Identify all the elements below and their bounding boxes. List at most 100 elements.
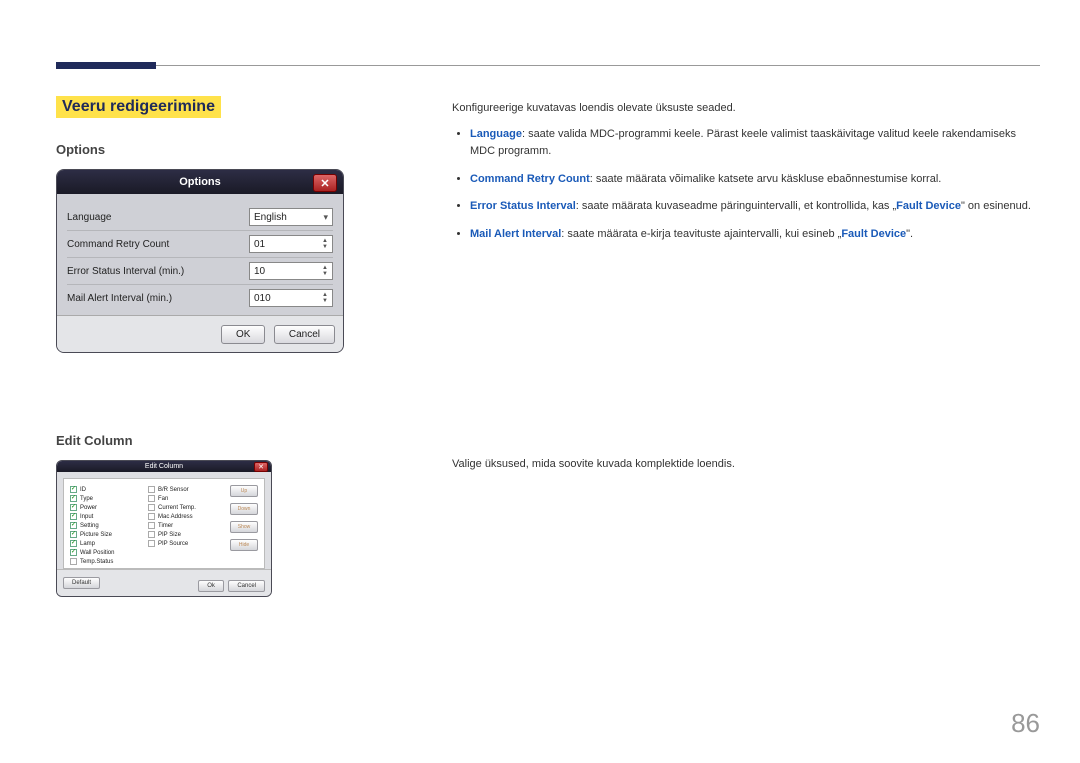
checkbox-row[interactable]: ✓Type	[70, 494, 148, 503]
option-value: 01	[254, 239, 265, 250]
checkbox-row[interactable]: Temp.Status	[70, 557, 148, 566]
right-column: Konfigureerige kuvatavas loendis olevate…	[452, 100, 1040, 254]
checkbox-label: Picture Size	[80, 532, 112, 538]
option-spinner[interactable]: 01 ▲▼	[249, 235, 333, 253]
checkbox-row[interactable]: PIP Source	[148, 539, 226, 548]
edit-column-title: Edit Column ✕	[57, 461, 271, 472]
edit-right-list: B/R SensorFan Current Temp. Mac Address Tim…	[148, 485, 226, 566]
checkbox-row[interactable]: ✓Power	[70, 503, 148, 512]
edit-column-heading: Edit Column	[56, 433, 396, 448]
edit-close-button[interactable]: ✕	[254, 462, 268, 472]
options-heading: Options	[56, 142, 396, 157]
option-value: English	[254, 212, 287, 223]
edit-cancel-button[interactable]: Cancel	[228, 580, 265, 592]
edit-column-intro: Valige üksused, mida soovite kuvada komp…	[452, 456, 735, 474]
checkbox-row[interactable]: ✓Input	[70, 512, 148, 521]
option-value: 010	[254, 293, 271, 304]
checkbox-icon	[70, 558, 77, 565]
checkbox-icon	[148, 504, 155, 511]
checkbox-row[interactable]: Current Temp.	[148, 503, 226, 512]
edit-left-list: ✓ID✓Type✓Power✓Input✓Setting✓Picture Siz…	[70, 485, 148, 566]
checkbox-icon	[148, 531, 155, 538]
checkbox-row[interactable]: ✓Lamp	[70, 539, 148, 548]
term-bold: Mail Alert Interval	[470, 228, 561, 240]
spinner-arrows-icon: ▲▼	[322, 292, 328, 304]
option-label: Error Status Interval (min.)	[67, 266, 249, 277]
show-button[interactable]: Show	[230, 521, 258, 533]
checkbox-icon: ✓	[70, 549, 77, 556]
option-row: Mail Alert Interval (min.)010▲▼	[67, 285, 333, 311]
checkbox-row[interactable]: PIP Size	[148, 530, 226, 539]
bullet-item: Mail Alert Interval: saate määrata e-kir…	[470, 226, 1040, 244]
header-accent-bar	[56, 62, 156, 69]
down-button[interactable]: Down	[230, 503, 258, 515]
page-number: 86	[1011, 708, 1040, 739]
fault-device-term: Fault Device	[841, 228, 906, 240]
checkbox-icon: ✓	[70, 504, 77, 511]
checkbox-label: Setting	[80, 523, 99, 529]
option-dropdown[interactable]: English ▾	[249, 208, 333, 226]
checkbox-icon	[148, 513, 155, 520]
cancel-button[interactable]: Cancel	[274, 325, 335, 344]
option-label: Command Retry Count	[67, 239, 249, 250]
checkbox-row[interactable]: ✓Wall Position	[70, 548, 148, 557]
checkbox-row[interactable]: Timer	[148, 521, 226, 530]
default-button[interactable]: Default	[63, 577, 100, 589]
edit-ok-button[interactable]: Ok	[198, 580, 224, 592]
option-row: Command Retry Count 01 ▲▼	[67, 231, 333, 258]
spinner-arrows-icon: ▲▼	[322, 238, 328, 250]
intro-text: Konfigureerige kuvatavas loendis olevate…	[452, 100, 1040, 118]
up-button[interactable]: Up	[230, 485, 258, 497]
checkbox-label: Lamp	[80, 541, 95, 547]
chevron-down-icon: ▾	[323, 212, 328, 223]
option-row: Error Status Interval (min.)10▲▼	[67, 258, 333, 285]
options-dialog-title-text: Options	[179, 176, 221, 188]
checkbox-label: Mac Address	[158, 514, 193, 520]
checkbox-icon	[148, 486, 155, 493]
checkbox-icon: ✓	[70, 486, 77, 493]
option-row: LanguageEnglish▾	[67, 204, 333, 231]
checkbox-row[interactable]: Fan	[148, 494, 226, 503]
bullet-item: Error Status Interval: saate määrata kuv…	[470, 198, 1040, 216]
checkbox-icon: ✓	[70, 531, 77, 538]
options-close-button[interactable]: ✕	[313, 174, 337, 192]
option-spinner[interactable]: 10▲▼	[249, 262, 333, 280]
option-spinner[interactable]: 010 ▲▼	[249, 289, 333, 307]
checkbox-label: Wall Position	[80, 550, 114, 556]
checkbox-label: PIP Size	[158, 532, 181, 538]
checkbox-icon: ✓	[70, 495, 77, 502]
options-dialog-title: Options ✕	[57, 170, 343, 194]
edit-footer-right: Ok Cancel	[198, 574, 265, 592]
checkbox-icon: ✓	[70, 513, 77, 520]
checkbox-icon	[148, 522, 155, 529]
fault-device-term: Fault Device	[896, 200, 961, 212]
checkbox-label: Current Temp.	[158, 505, 196, 511]
term-bold: Language	[470, 128, 522, 140]
hide-button[interactable]: Hide	[230, 539, 258, 551]
checkbox-row[interactable]: ✓Setting	[70, 521, 148, 530]
close-icon: ✕	[320, 177, 329, 190]
bullet-item: Language: saate valida MDC-programmi kee…	[470, 126, 1040, 161]
edit-side-buttons: Up Down Show Hide	[226, 485, 258, 566]
checkbox-icon: ✓	[70, 522, 77, 529]
header-line	[56, 65, 1040, 66]
checkbox-label: Temp.Status	[80, 559, 113, 565]
spinner-arrows-icon: ▲▼	[322, 265, 328, 277]
checkbox-label: Input	[80, 514, 93, 520]
term-bold: Command Retry Count	[470, 173, 590, 185]
ok-button[interactable]: OK	[221, 325, 265, 344]
checkbox-icon	[148, 495, 155, 502]
edit-column-footer: Default Ok Cancel	[57, 569, 271, 596]
checkbox-icon: ✓	[70, 540, 77, 547]
checkbox-row[interactable]: B/R Sensor	[148, 485, 226, 494]
checkbox-row[interactable]: ✓Picture Size	[70, 530, 148, 539]
term-bold: Error Status Interval	[470, 200, 576, 212]
checkbox-row[interactable]: ✓ID	[70, 485, 148, 494]
checkbox-row[interactable]: Mac Address	[148, 512, 226, 521]
bullet-item: Command Retry Count: saate määrata võima…	[470, 171, 1040, 189]
checkbox-label: Timer	[158, 523, 173, 529]
close-icon: ✕	[258, 463, 264, 471]
options-body: LanguageEnglish▾Command Retry Count01▲▼E…	[57, 194, 343, 315]
bullet-list: Language: saate valida MDC-programmi kee…	[470, 126, 1040, 244]
section-title: Veeru redigeerimine	[56, 96, 221, 118]
